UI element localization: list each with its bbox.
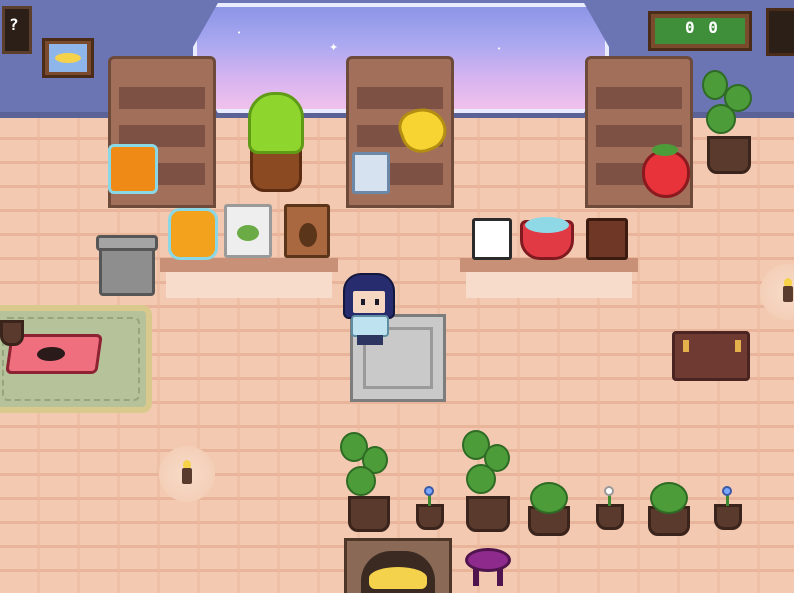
right-counter[interactable] (466, 272, 632, 298)
player-character[interactable] (341, 273, 399, 347)
cake-bowl-icon[interactable] (520, 217, 574, 260)
white-flower-icon (604, 486, 614, 496)
star-icon: • (497, 45, 502, 53)
star-icon: ✦ (329, 41, 339, 54)
wall-sign-text: 0 0 (685, 18, 720, 37)
milk-carton-icon[interactable] (352, 152, 390, 194)
cactus-pot (250, 148, 302, 192)
plant-pot[interactable] (707, 136, 751, 174)
honey-jar-small-icon[interactable] (168, 208, 218, 260)
fireplace-icon[interactable] (344, 538, 452, 593)
bunny-cactus-icon[interactable] (248, 92, 304, 154)
leaf (346, 466, 376, 496)
left-counter-top (160, 258, 338, 272)
plant-pot[interactable] (466, 496, 510, 532)
chocolate-bar-icon[interactable] (586, 218, 628, 260)
strawberry-leaf (652, 144, 678, 156)
hud-sign-text: ? (9, 15, 19, 34)
stool-icon[interactable] (465, 548, 511, 588)
hud-sign[interactable]: ? (2, 6, 32, 54)
strawberry-icon[interactable] (642, 150, 690, 198)
small-plant-pot[interactable] (0, 320, 24, 346)
plant-pot[interactable] (348, 496, 390, 532)
leaf (650, 482, 688, 514)
blue-flower-icon (722, 486, 732, 496)
coffee-bag-icon[interactable] (284, 204, 330, 258)
leaf (466, 464, 496, 494)
right-counter-top (460, 258, 638, 272)
game-scene: ✦ • • ? 0 0 (0, 0, 794, 593)
leaf (530, 482, 568, 514)
small-plant-pot[interactable] (714, 504, 742, 530)
tea-bag-icon[interactable] (224, 204, 272, 258)
small-plant-pot[interactable] (596, 504, 624, 530)
wall-picture-frame (42, 38, 94, 78)
star-icon: • (237, 29, 242, 37)
honey-jar-icon[interactable] (108, 144, 158, 194)
wall-sign-right (766, 8, 794, 56)
candle-lamp-icon[interactable] (159, 446, 215, 502)
left-counter[interactable] (166, 272, 332, 298)
small-plant-pot[interactable] (416, 504, 444, 530)
treasure-chest-icon[interactable] (672, 331, 750, 381)
leaf (706, 104, 736, 134)
blue-flower-icon (424, 486, 434, 496)
trash-can-icon[interactable] (96, 235, 158, 296)
wall-sign: 0 0 (648, 11, 752, 51)
mug-icon[interactable] (472, 218, 512, 260)
